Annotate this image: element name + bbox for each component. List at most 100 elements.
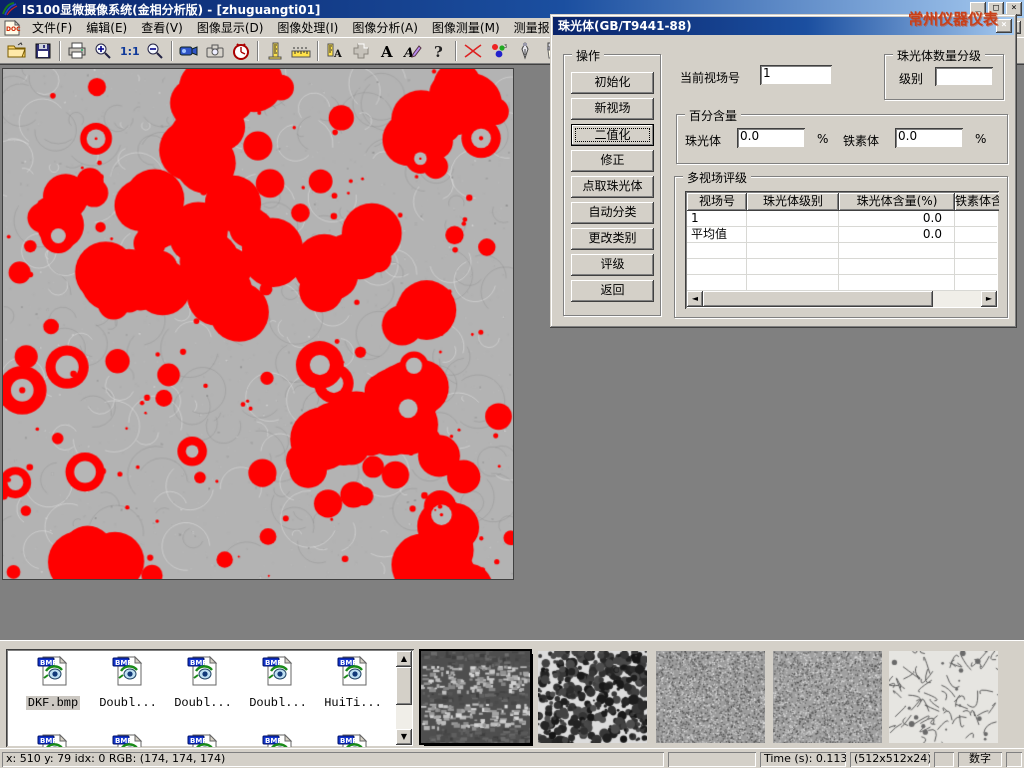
ferrite-label: 铁素体 xyxy=(843,132,879,149)
scroll-up-icon[interactable]: ▲ xyxy=(396,651,412,667)
menu-item-1[interactable]: 文件(F) xyxy=(25,17,79,38)
bmp-file-icon[interactable]: BMP xyxy=(336,672,370,691)
table-cell xyxy=(687,275,747,290)
menu-item-3[interactable]: 查看(V) xyxy=(134,17,190,38)
ferrite-percent-input[interactable]: 0.0 xyxy=(895,128,963,148)
table-header-cell: 铁素体含量(%) xyxy=(955,193,999,211)
file-item-partial[interactable]: BMP xyxy=(168,733,238,747)
file-item-partial[interactable]: BMP xyxy=(318,733,388,747)
print-icon[interactable] xyxy=(64,40,90,62)
table-hscrollbar[interactable]: ◄ ► xyxy=(687,291,997,307)
ruler-icon[interactable] xyxy=(288,40,314,62)
file-item[interactable]: BMP Doubl... xyxy=(243,655,313,710)
timer-clock-icon[interactable] xyxy=(228,40,254,62)
vendor-watermark: 常州仪器仪表 xyxy=(908,8,998,29)
micrograph-thumbnail-2[interactable] xyxy=(538,651,647,743)
text-a-icon[interactable]: A xyxy=(374,40,400,62)
file-name[interactable]: DKF.bmp xyxy=(26,696,80,710)
merge-cross-icon[interactable] xyxy=(348,40,374,62)
file-browser: BMP DKF.bmp BMP Doubl... BMP Doubl... BMP Doubl… xyxy=(6,649,414,747)
file-name[interactable]: Doubl... xyxy=(97,696,159,710)
zoom-in-icon[interactable] xyxy=(90,40,116,62)
micrograph-image[interactable] xyxy=(2,68,514,580)
file-item-partial[interactable]: BMP xyxy=(18,733,88,747)
zoom-out-icon[interactable] xyxy=(142,40,168,62)
table-cell xyxy=(747,227,839,242)
op-button-2[interactable]: 新视场 xyxy=(571,98,654,120)
caliper-icon[interactable] xyxy=(262,40,288,62)
op-button-3[interactable]: 二值化 xyxy=(571,124,654,146)
table-header-cell: 珠光体含量(%) xyxy=(839,193,955,211)
file-name[interactable]: Doubl... xyxy=(172,696,234,710)
open-file-icon[interactable] xyxy=(4,40,30,62)
pearlite-percent-input[interactable]: 0.0 xyxy=(737,128,805,148)
file-list-scrollbar[interactable]: ▲ ▼ xyxy=(396,651,412,745)
op-button-8[interactable]: 评级 xyxy=(571,254,654,276)
table-row[interactable] xyxy=(687,275,997,291)
bmp-file-icon[interactable]: BMP xyxy=(261,672,295,691)
op-button-1[interactable]: 初始化 xyxy=(571,72,654,94)
pearlite-dialog: 珠光体(GB/T9441-88) × 操作 初始化新视场二值化修正点取珠光体自动… xyxy=(550,14,1017,328)
menu-item-4[interactable]: 图像显示(D) xyxy=(190,17,271,38)
op-button-6[interactable]: 自动分类 xyxy=(571,202,654,224)
table-row[interactable] xyxy=(687,259,997,275)
file-name[interactable]: HuiTi... xyxy=(322,696,384,710)
table-row[interactable] xyxy=(687,243,997,259)
measure-text-icon[interactable]: A xyxy=(322,40,348,62)
capture-camera-icon[interactable] xyxy=(202,40,228,62)
video-camera-icon[interactable] xyxy=(176,40,202,62)
level-input[interactable] xyxy=(935,67,993,86)
menu-item-7[interactable]: 图像测量(M) xyxy=(425,17,507,38)
operation-group-label: 操作 xyxy=(572,47,604,64)
annotate-icon[interactable]: A xyxy=(400,40,426,62)
file-item[interactable]: BMP HuiTi... xyxy=(318,655,388,710)
multifield-group-label: 多视场评级 xyxy=(683,169,751,186)
bmp-file-icon[interactable]: BMP xyxy=(36,672,70,691)
menu-item-5[interactable]: 图像处理(I) xyxy=(270,17,345,38)
empty-status-panel xyxy=(668,752,756,767)
bmp-file-icon[interactable]: BMP xyxy=(186,672,220,691)
help-icon[interactable]: ? xyxy=(426,40,452,62)
scroll-down-icon[interactable]: ▼ xyxy=(396,729,412,745)
table-row[interactable]: 10.0 xyxy=(687,211,997,227)
op-button-7[interactable]: 更改类别 xyxy=(571,228,654,250)
op-button-9[interactable]: 返回 xyxy=(571,280,654,302)
micrograph-thumbnail-4[interactable] xyxy=(773,651,882,743)
pearlite-unit: % xyxy=(817,132,828,146)
classify-balls-icon[interactable]: 3 xyxy=(486,40,512,62)
table-row[interactable]: 平均值0.0 xyxy=(687,227,997,243)
current-field-input[interactable]: 1 xyxy=(760,65,832,85)
file-name[interactable]: Doubl... xyxy=(247,696,309,710)
file-item-partial[interactable]: BMP xyxy=(93,733,163,747)
rating-table[interactable]: 视场号珠光体级别珠光体含量(%)铁素体含量(%) 10.0平均值0.0 ◄ ► xyxy=(685,191,999,309)
empty-status-panel xyxy=(934,752,954,767)
file-item[interactable]: BMP DKF.bmp xyxy=(18,655,88,710)
dialog-close-button[interactable]: × xyxy=(996,19,1012,33)
file-item[interactable]: BMP Doubl... xyxy=(168,655,238,710)
grading-group-label: 珠光体数量分级 xyxy=(893,47,985,64)
app-logo-icon xyxy=(2,2,18,16)
bmp-file-icon[interactable]: BMP xyxy=(111,672,145,691)
op-button-4[interactable]: 修正 xyxy=(571,150,654,172)
actual-size-icon[interactable]: 1:1 xyxy=(116,40,142,62)
op-button-5[interactable]: 点取珠光体 xyxy=(571,176,654,198)
menu-item-6[interactable]: 图像分析(A) xyxy=(345,17,425,38)
file-item[interactable]: BMP Doubl... xyxy=(93,655,163,710)
scrollbar-thumb[interactable] xyxy=(703,291,933,307)
micrograph-thumbnail-1[interactable] xyxy=(421,651,530,743)
scroll-right-icon[interactable]: ► xyxy=(981,291,997,307)
micrograph-thumbnail-5[interactable] xyxy=(889,651,998,743)
pen-icon[interactable] xyxy=(512,40,538,62)
menu-item-2[interactable]: 编辑(E) xyxy=(79,17,134,38)
scrollbar-thumb[interactable] xyxy=(396,667,412,705)
scroll-left-icon[interactable]: ◄ xyxy=(687,291,703,307)
document-icon[interactable]: DOC xyxy=(3,20,21,36)
micrograph-thumbnail-3[interactable] xyxy=(656,651,765,743)
table-cell xyxy=(839,243,955,258)
current-field-label: 当前视场号 xyxy=(680,69,740,86)
svg-text:A: A xyxy=(333,49,342,60)
curve-tool-icon[interactable] xyxy=(460,40,486,62)
multifield-group: 多视场评级 视场号珠光体级别珠光体含量(%)铁素体含量(%) 10.0平均值0.… xyxy=(674,176,1008,318)
save-icon[interactable] xyxy=(30,40,56,62)
file-item-partial[interactable]: BMP xyxy=(243,733,313,747)
